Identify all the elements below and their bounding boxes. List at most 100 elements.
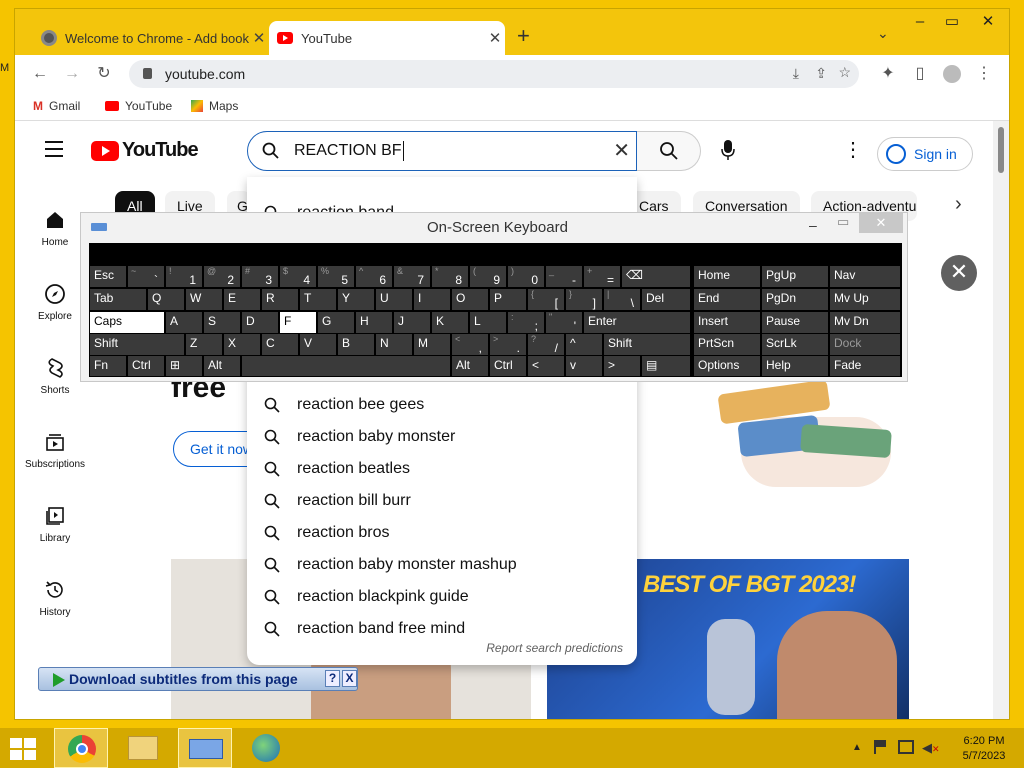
osk-key[interactable]: Fn bbox=[89, 355, 127, 377]
bookmark-youtube[interactable]: YouTube bbox=[105, 99, 172, 113]
forward-icon[interactable]: → bbox=[63, 65, 81, 83]
osk-key[interactable]: Z bbox=[185, 333, 223, 356]
osk-titlebar[interactable]: On-Screen Keyboard – ▭ ✕ bbox=[81, 213, 907, 241]
chips-next-icon[interactable]: › bbox=[955, 193, 962, 216]
tab-welcome[interactable]: Welcome to Chrome - Add book ✕ bbox=[33, 21, 269, 55]
osk-key[interactable]: H bbox=[355, 311, 393, 334]
osk-key[interactable]: ⊞ bbox=[165, 355, 203, 377]
osk-key[interactable]: Options bbox=[693, 355, 761, 377]
osk-key[interactable]: {[ bbox=[527, 288, 565, 311]
search-button[interactable] bbox=[637, 131, 701, 171]
tab-youtube[interactable]: YouTube ✕ bbox=[269, 21, 505, 55]
suggestion-item[interactable]: reaction bee gees bbox=[247, 389, 637, 421]
back-icon[interactable]: ← bbox=[31, 65, 49, 83]
osk-key[interactable]: ) 0 bbox=[507, 265, 545, 288]
osk-key[interactable]: ~ ` bbox=[127, 265, 165, 288]
osk-key[interactable]: ^ 6 bbox=[355, 265, 393, 288]
taskbar-download-manager[interactable] bbox=[240, 728, 294, 768]
osk-key[interactable]: Mv Dn bbox=[829, 311, 901, 334]
osk-key[interactable]: Pause bbox=[761, 311, 829, 334]
menu-icon[interactable]: ⋮ bbox=[975, 65, 993, 83]
osk-key[interactable]: R bbox=[261, 288, 299, 311]
osk-key[interactable]: N bbox=[375, 333, 413, 356]
taskbar-clock[interactable]: 6:20 PM 5/7/2023 bbox=[954, 734, 1014, 764]
osk-key[interactable]: E bbox=[223, 288, 261, 311]
osk-key[interactable]: Dock bbox=[829, 333, 901, 356]
taskbar-on-screen-keyboard[interactable] bbox=[178, 728, 232, 768]
osk-key[interactable]: Ctrl bbox=[127, 355, 165, 377]
osk-key[interactable]: ^ bbox=[565, 333, 603, 356]
osk-key[interactable]: PgUp bbox=[761, 265, 829, 288]
osk-key[interactable]: Caps bbox=[89, 311, 165, 334]
osk-key[interactable]: * 8 bbox=[431, 265, 469, 288]
osk-key[interactable]: PgDn bbox=[761, 288, 829, 311]
osk-key[interactable]: U bbox=[375, 288, 413, 311]
osk-key[interactable] bbox=[241, 355, 451, 377]
tab-search-chevron-icon[interactable]: ⌄ bbox=[877, 25, 889, 42]
osk-key[interactable]: ▤ bbox=[641, 355, 691, 377]
reload-icon[interactable]: ↻ bbox=[95, 65, 113, 83]
suggestion-item[interactable]: reaction bill burr bbox=[247, 485, 637, 517]
taskbar-file-explorer[interactable] bbox=[116, 728, 170, 768]
osk-key[interactable]: Del bbox=[641, 288, 691, 311]
download-subtitles-bar[interactable]: Download subtitles from this page ? X bbox=[38, 667, 358, 691]
osk-key[interactable]: _ - bbox=[545, 265, 583, 288]
network-icon[interactable] bbox=[898, 740, 914, 754]
osk-key[interactable]: ScrLk bbox=[761, 333, 829, 356]
start-windows-icon[interactable] bbox=[10, 738, 36, 760]
osk-key[interactable]: Insert bbox=[693, 311, 761, 334]
osk-key[interactable]: Alt bbox=[451, 355, 489, 377]
settings-kebab-icon[interactable]: ⋮ bbox=[843, 137, 863, 162]
bookmark-maps[interactable]: Maps bbox=[191, 99, 238, 113]
osk-key[interactable]: S bbox=[203, 311, 241, 334]
bookmark-star-icon[interactable]: ☆ bbox=[838, 64, 851, 81]
osk-key[interactable]: X bbox=[223, 333, 261, 356]
osk-key[interactable]: (9 bbox=[469, 265, 507, 288]
osk-key[interactable]: O bbox=[451, 288, 489, 311]
sidebar-item-history[interactable]: History bbox=[19, 579, 91, 618]
tab-close-icon[interactable]: ✕ bbox=[249, 29, 269, 47]
sidebar-item-subscriptions[interactable]: Subscriptions bbox=[19, 431, 91, 470]
osk-key[interactable]: C bbox=[261, 333, 299, 356]
new-tab-icon[interactable]: + bbox=[517, 23, 530, 49]
osk-key[interactable]: ⌫ bbox=[621, 265, 691, 288]
osk-key[interactable]: % 5 bbox=[317, 265, 355, 288]
osk-key[interactable]: Q bbox=[147, 288, 185, 311]
osk-key[interactable]: #3 bbox=[241, 265, 279, 288]
osk-key[interactable]: < bbox=[527, 355, 565, 377]
side-panel-icon[interactable]: ▯ bbox=[911, 65, 929, 83]
osk-key[interactable]: K bbox=[431, 311, 469, 334]
osk-key[interactable]: V bbox=[299, 333, 337, 356]
osk-key[interactable]: + = bbox=[583, 265, 621, 288]
install-icon[interactable]: ⤓ bbox=[793, 65, 799, 82]
osk-key[interactable]: PrtScn bbox=[693, 333, 761, 356]
page-scrollbar[interactable] bbox=[993, 121, 1009, 719]
osk-close-icon[interactable]: ✕ bbox=[859, 213, 903, 233]
share-icon[interactable]: ⇪ bbox=[815, 65, 827, 82]
osk-key[interactable]: Shift bbox=[603, 333, 691, 356]
osk-key[interactable]: B bbox=[337, 333, 375, 356]
osk-key[interactable]: F bbox=[279, 311, 317, 334]
help-icon[interactable]: ? bbox=[325, 670, 340, 687]
osk-key[interactable]: A bbox=[165, 311, 203, 334]
suggestion-item[interactable]: reaction baby monster mashup bbox=[247, 549, 637, 581]
osk-key[interactable]: Mv Up bbox=[829, 288, 901, 311]
report-search-predictions-link[interactable]: Report search predictions bbox=[486, 641, 623, 655]
window-close-icon[interactable]: ✕ bbox=[971, 9, 1005, 37]
osk-key[interactable]: D bbox=[241, 311, 279, 334]
osk-key[interactable]: W bbox=[185, 288, 223, 311]
osk-key[interactable]: P bbox=[489, 288, 527, 311]
osk-key[interactable]: >. bbox=[489, 333, 527, 356]
osk-key[interactable]: Y bbox=[337, 288, 375, 311]
search-input[interactable]: REACTION BF ✕ bbox=[247, 131, 637, 171]
close-icon[interactable]: X bbox=[342, 670, 357, 687]
osk-key[interactable]: | \ bbox=[603, 288, 641, 311]
mic-icon[interactable] bbox=[721, 139, 735, 166]
sidebar-item-library[interactable]: Library bbox=[19, 505, 91, 544]
profile-icon[interactable] bbox=[943, 65, 961, 83]
osk-key[interactable]: J bbox=[393, 311, 431, 334]
osk-restore-icon[interactable]: ▭ bbox=[837, 214, 849, 230]
taskbar-chrome[interactable] bbox=[54, 728, 108, 768]
dismiss-banner-icon[interactable]: ✕ bbox=[941, 255, 977, 291]
suggestion-item[interactable]: reaction beatles bbox=[247, 453, 637, 485]
